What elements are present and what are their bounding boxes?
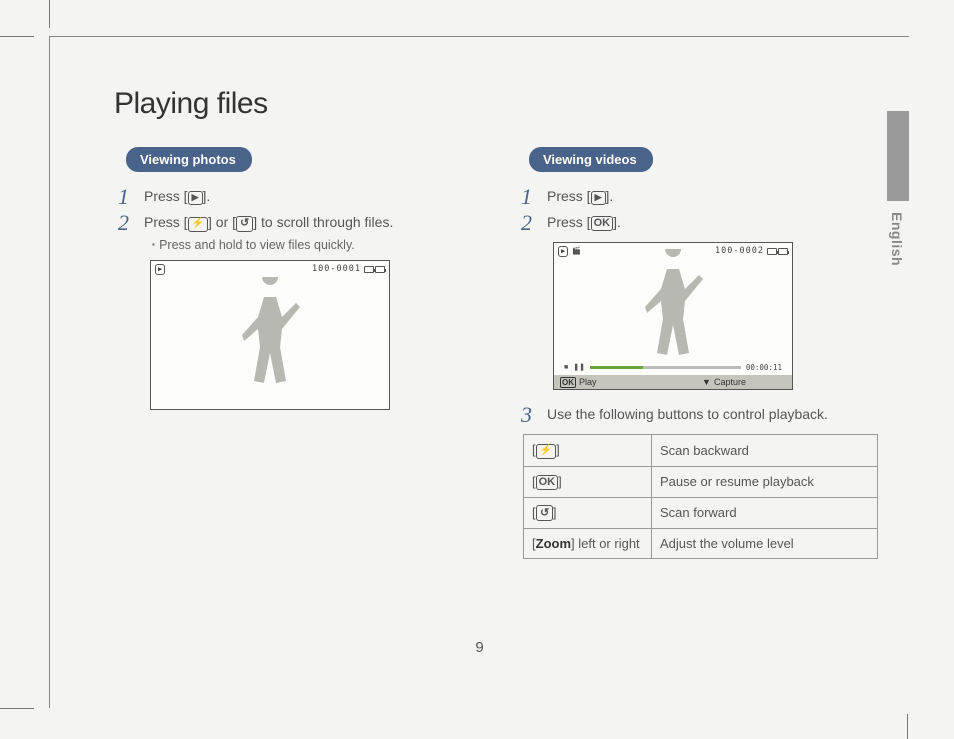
- video-indicator-icon: 🎬: [572, 247, 581, 255]
- zoom-label: Zoom: [536, 536, 571, 551]
- crop-mark: [907, 714, 908, 739]
- file-counter: 100-0001: [312, 264, 361, 274]
- step-row: 3 Use the following buttons to control p…: [521, 404, 889, 426]
- step-row: 1 Press [▶].: [118, 186, 486, 208]
- language-tab: [887, 111, 909, 201]
- stop-icon: ■: [564, 364, 568, 371]
- flash-icon: [188, 217, 208, 232]
- page-title: Playing files: [114, 87, 268, 121]
- playback-icon: ▶: [591, 191, 606, 205]
- flash-icon: [536, 444, 556, 459]
- section-videos: Viewing videos 1 Press [▶]. 2 Press [OK]…: [509, 147, 889, 559]
- table-key: []: [524, 435, 652, 467]
- table-row: [] Scan forward: [524, 497, 878, 529]
- ok-icon: OK: [560, 377, 576, 388]
- table-row: [OK] Pause or resume playback: [524, 466, 878, 497]
- playback-icon: ▶: [155, 264, 165, 275]
- camera-screen-photo: ▶ 100-0001: [150, 260, 390, 410]
- capture-label: Capture: [714, 377, 746, 387]
- playback-icon: ▶: [188, 191, 203, 205]
- crop-mark: [0, 708, 34, 709]
- ok-icon: OK: [591, 216, 614, 231]
- timer-icon: [536, 505, 553, 521]
- step-text: Press [] or [] to scroll through files.: [144, 212, 393, 232]
- section-photos: Viewing photos 1 Press [▶]. 2 Press [] o…: [106, 147, 486, 418]
- page-number: 9: [475, 639, 483, 656]
- step-text: Press [▶].: [547, 186, 613, 205]
- video-time: 00:00:11: [746, 363, 782, 372]
- ok-icon: OK: [536, 475, 559, 490]
- step-number: 3: [521, 404, 535, 426]
- person-silhouette-icon: [230, 277, 310, 387]
- page: English 9 Playing files Viewing photos 1…: [49, 36, 909, 708]
- table-row: [Zoom] left or right Adjust the volume l…: [524, 529, 878, 559]
- file-counter: 100-0002: [715, 246, 764, 256]
- step-row: 1 Press [▶].: [521, 186, 889, 208]
- sub-note: Press and hold to view files quickly.: [152, 238, 486, 252]
- person-silhouette-icon: [633, 249, 713, 359]
- step-number: 2: [118, 212, 132, 234]
- progress-bar: [590, 366, 741, 369]
- table-desc: Adjust the volume level: [652, 529, 878, 559]
- step-text: Use the following buttons to control pla…: [547, 404, 828, 422]
- video-progress: ■ ❚❚ 00:00:11: [564, 363, 782, 371]
- table-row: [] Scan backward: [524, 435, 878, 467]
- timer-icon: [236, 216, 253, 232]
- crop-mark: [0, 36, 34, 37]
- language-label: English: [889, 212, 905, 266]
- play-label: Play: [579, 377, 597, 387]
- step-row: 2 Press [OK].: [521, 212, 889, 234]
- heading-photos: Viewing photos: [126, 147, 252, 172]
- table-key: [Zoom] left or right: [524, 529, 652, 559]
- step-text: Press [▶].: [144, 186, 210, 205]
- battery-icon: [364, 266, 385, 273]
- screen-footer: OK Play ▼ Capture: [554, 375, 792, 389]
- table-key: []: [524, 497, 652, 529]
- down-icon: ▼: [702, 377, 711, 387]
- step-number: 2: [521, 212, 535, 234]
- table-key: [OK]: [524, 466, 652, 497]
- playback-icon: ▶: [558, 246, 568, 257]
- step-number: 1: [521, 186, 535, 208]
- screen-statusbar: ▶ 100-0001: [151, 261, 389, 275]
- table-desc: Scan forward: [652, 497, 878, 529]
- pause-icon: ❚❚: [573, 363, 585, 371]
- heading-videos: Viewing videos: [529, 147, 653, 172]
- table-desc: Scan backward: [652, 435, 878, 467]
- crop-mark: [49, 0, 50, 28]
- step-text: Press [OK].: [547, 212, 621, 231]
- controls-table: [] Scan backward [OK] Pause or resume pl…: [523, 434, 878, 559]
- step-row: 2 Press [] or [] to scroll through files…: [118, 212, 486, 234]
- step-number: 1: [118, 186, 132, 208]
- camera-screen-video: ▶ 🎬 100-0002 ■ ❚❚ 00:00:11 OK: [553, 242, 793, 390]
- battery-icon: [767, 248, 788, 255]
- table-desc: Pause or resume playback: [652, 466, 878, 497]
